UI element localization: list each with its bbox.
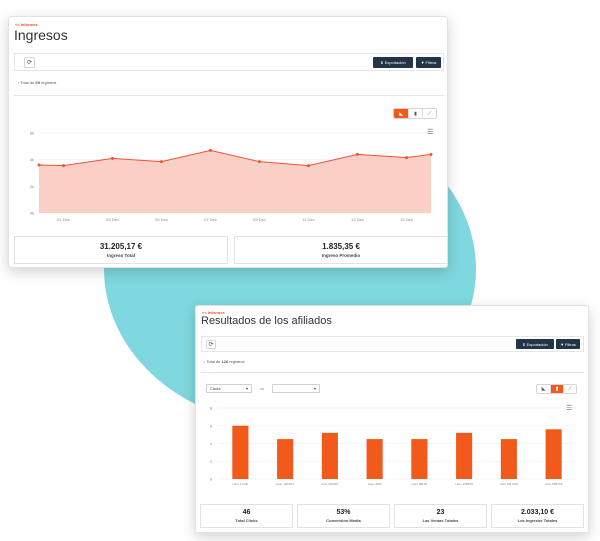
stat-value: 31.205,17 €: [99, 242, 143, 251]
income-area-chart: 6k 4k 2k 0k 01 Dec 03 Dec 05 Dec 07 Dec 09 Dec 11…: [30, 131, 433, 222]
bar: [366, 439, 383, 479]
affiliates-bar-chart: 8 6 4 2 0 User 1 Kidb User 126ZNA User 50A987 Us…: [210, 406, 576, 486]
bar: [411, 439, 428, 479]
stat-label: Las Ventas Totales: [422, 518, 459, 523]
x-tick-label: User J263: [368, 482, 382, 486]
stat-conversion: 53% Conversión Media: [297, 504, 390, 528]
stat-value: 23: [436, 509, 445, 516]
income-stats: 31.205,17 € Ingreso Total 1.835,35 € Ing…: [14, 236, 447, 264]
data-point: [429, 152, 433, 156]
bar: [500, 439, 517, 479]
x-tick-label: 03 Dec: [106, 217, 119, 222]
y-tick-label: 0k: [30, 211, 34, 216]
x-tick-label: User M8 CD8: [500, 482, 519, 486]
data-point: [258, 160, 261, 164]
stat-value: 2.033,10 €: [520, 509, 555, 516]
bar: [321, 432, 338, 479]
x-tick-label: User 86B755: [545, 482, 563, 486]
x-tick-label: 05 Dec: [155, 217, 168, 222]
x-tick-label: 01 Dec: [57, 217, 70, 222]
data-point: [209, 148, 212, 152]
stat-label: Ingreso Promedio: [321, 253, 361, 258]
bar: [545, 429, 562, 479]
data-point: [62, 164, 65, 168]
stat-total-clicks: 46 Total Clicks: [200, 504, 293, 528]
x-tick-label: 07 Dec: [204, 217, 217, 222]
x-tick-label: 15 Dec: [400, 217, 413, 222]
affiliate-stats: 46 Total Clicks 53% Conversión Media 23 …: [200, 504, 584, 528]
y-tick-label: 2: [210, 459, 213, 464]
x-tick-label: 09 Dec: [253, 217, 266, 222]
data-point: [37, 163, 41, 167]
y-tick-label: 6k: [30, 131, 34, 136]
stat-label: Total Clicks: [235, 518, 258, 523]
y-tick-label: 0: [210, 477, 213, 482]
stat-label: Conversión Media: [326, 518, 361, 523]
stat-value: 46: [242, 509, 251, 516]
data-point: [307, 164, 310, 168]
data-point: [160, 160, 163, 164]
bar: [232, 425, 249, 479]
x-tick-label: User 50A987: [321, 482, 339, 486]
data-point: [356, 152, 359, 156]
y-tick-label: 6: [210, 423, 213, 428]
x-tick-label: User 126ZNA: [276, 482, 294, 486]
stat-total-sales: 23 Las Ventas Totales: [394, 504, 487, 528]
y-tick-label: 4k: [30, 157, 34, 162]
data-point: [111, 156, 114, 160]
stat-value: 53%: [336, 509, 351, 516]
data-point: [405, 156, 408, 160]
x-tick-label: User 12B878: [455, 482, 473, 486]
y-tick-label: 2k: [30, 184, 34, 189]
y-tick-label: 4: [210, 441, 213, 446]
bar: [277, 439, 294, 479]
x-tick-label: 11 Dec: [302, 217, 314, 222]
income-report-card: << Informes Ingresos ⟳ ⬇ Exportación ▼ F…: [8, 16, 448, 268]
stage: << Informes Ingresos ⟳ ⬇ Exportación ▼ F…: [0, 0, 600, 541]
x-tick-label: 13 Dec: [351, 217, 364, 222]
stat-label: Ingreso Total: [107, 253, 135, 258]
bar: [456, 432, 473, 479]
stat-value: 1.835,35 €: [322, 242, 360, 251]
stat-label: Los Ingresos Totales: [517, 518, 558, 523]
affiliates-report-card: << Informes Resultados de los afiliados …: [195, 305, 589, 533]
stat-total-revenue: 2.033,10 € Los Ingresos Totales: [491, 504, 584, 528]
stat-average-income: 1.835,35 € Ingreso Promedio: [234, 236, 447, 264]
x-tick-label: User 86F53: [412, 482, 428, 486]
x-tick-label: User 1 Kidb: [233, 482, 249, 486]
stat-total-income: 31.205,17 € Ingreso Total: [14, 236, 228, 264]
y-tick-label: 8: [210, 406, 213, 411]
